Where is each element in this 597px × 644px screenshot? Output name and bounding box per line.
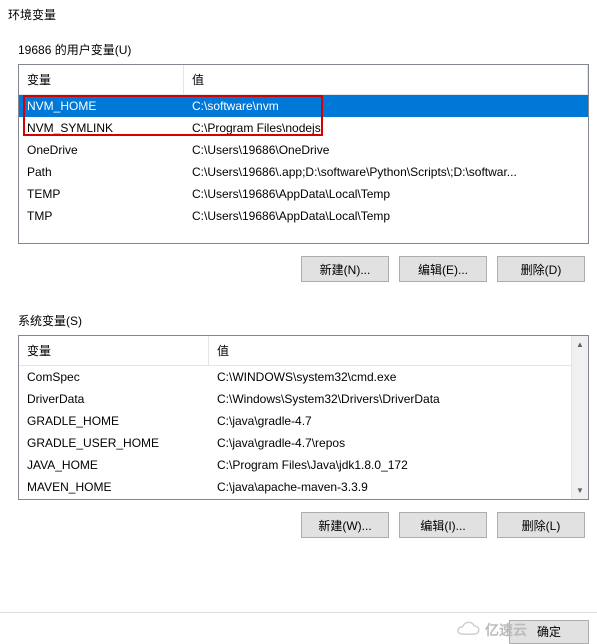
dialog-footer: 亿速云 确定 [0, 612, 597, 642]
cloud-icon [453, 621, 481, 639]
table-row[interactable]: MAVEN_HOMEC:\java\apache-maven-3.3.9 [19, 476, 588, 498]
delete-sys-var-button[interactable]: 删除(L) [497, 512, 585, 538]
var-value-cell: C:\java\apache-maven-3.3.9 [209, 478, 588, 496]
col-header-name[interactable]: 变量 [19, 336, 209, 365]
col-header-value[interactable]: 值 [209, 336, 588, 365]
table-row[interactable]: ComSpecC:\WINDOWS\system32\cmd.exe [19, 366, 588, 388]
user-variables-list[interactable]: 变量 值 NVM_HOMEC:\software\nvmNVM_SYMLINKC… [18, 64, 589, 244]
dialog-title: 环境变量 [0, 0, 597, 29]
var-value-cell: C:\Program Files\Java\jdk1.8.0_172 [209, 456, 588, 474]
var-name-cell: JAVA_HOME [19, 456, 209, 474]
table-row[interactable]: JAVA_HOMEC:\Program Files\Java\jdk1.8.0_… [19, 454, 588, 476]
var-value-cell: C:\Users\19686\OneDrive [184, 141, 588, 159]
new-user-var-button[interactable]: 新建(N)... [301, 256, 389, 282]
var-name-cell: OneDrive [19, 141, 184, 159]
user-list-header: 变量 值 [19, 65, 588, 95]
delete-user-var-button[interactable]: 删除(D) [497, 256, 585, 282]
scroll-up-icon[interactable]: ▲ [572, 336, 588, 353]
table-row[interactable]: PathC:\Users\19686\.app;D:\software\Pyth… [19, 161, 588, 183]
table-row[interactable]: TMPC:\Users\19686\AppData\Local\Temp [19, 205, 588, 227]
system-variables-list[interactable]: 变量 值 ComSpecC:\WINDOWS\system32\cmd.exeD… [18, 335, 589, 500]
var-name-cell: NVM_SYMLINK [19, 119, 184, 137]
var-value-cell: C:\java\gradle-4.7 [209, 412, 588, 430]
edit-user-var-button[interactable]: 编辑(E)... [399, 256, 487, 282]
user-buttons-row: 新建(N)... 编辑(E)... 删除(D) [18, 244, 589, 282]
table-row[interactable]: TEMPC:\Users\19686\AppData\Local\Temp [19, 183, 588, 205]
table-row[interactable]: OneDriveC:\Users\19686\OneDrive [19, 139, 588, 161]
watermark: 亿速云 [453, 620, 527, 640]
vertical-scrollbar[interactable]: ▲ ▼ [571, 336, 588, 499]
system-variables-label: 系统变量(S) [18, 300, 589, 329]
user-variables-label: 19686 的用户变量(U) [18, 29, 589, 58]
var-name-cell: GRADLE_HOME [19, 412, 209, 430]
col-header-value[interactable]: 值 [184, 65, 588, 94]
system-variables-group: 系统变量(S) 变量 值 ComSpecC:\WINDOWS\system32\… [18, 300, 589, 538]
var-value-cell: C:\Users\19686\AppData\Local\Temp [184, 207, 588, 225]
var-name-cell: GRADLE_USER_HOME [19, 434, 209, 452]
table-row[interactable]: NVM_HOMEC:\software\nvm [19, 95, 588, 117]
system-buttons-row: 新建(W)... 编辑(I)... 删除(L) [18, 500, 589, 538]
var-name-cell: ComSpec [19, 368, 209, 386]
var-name-cell: TEMP [19, 185, 184, 203]
scroll-down-icon[interactable]: ▼ [572, 482, 588, 499]
watermark-text: 亿速云 [485, 620, 527, 640]
var-value-cell: C:\software\nvm [184, 97, 588, 115]
system-list-header: 变量 值 [19, 336, 588, 366]
var-value-cell: C:\Users\19686\AppData\Local\Temp [184, 185, 588, 203]
table-row[interactable]: NUMBER_OF_PROCESSORS4 [19, 498, 588, 499]
user-variables-group: 19686 的用户变量(U) 变量 值 NVM_HOMEC:\software\… [18, 29, 589, 282]
new-sys-var-button[interactable]: 新建(W)... [301, 512, 389, 538]
var-value-cell: C:\java\gradle-4.7\repos [209, 434, 588, 452]
var-name-cell: MAVEN_HOME [19, 478, 209, 496]
table-row[interactable]: GRADLE_HOMEC:\java\gradle-4.7 [19, 410, 588, 432]
col-header-name[interactable]: 变量 [19, 65, 184, 94]
var-value-cell: C:\WINDOWS\system32\cmd.exe [209, 368, 588, 386]
var-value-cell: C:\Users\19686\.app;D:\software\Python\S… [184, 163, 588, 181]
table-row[interactable]: GRADLE_USER_HOMEC:\java\gradle-4.7\repos [19, 432, 588, 454]
var-name-cell: Path [19, 163, 184, 181]
var-name-cell: NVM_HOME [19, 97, 184, 115]
var-name-cell: DriverData [19, 390, 209, 408]
table-row[interactable]: NVM_SYMLINKC:\Program Files\nodejs [19, 117, 588, 139]
edit-sys-var-button[interactable]: 编辑(I)... [399, 512, 487, 538]
var-value-cell: C:\Windows\System32\Drivers\DriverData [209, 390, 588, 408]
table-row[interactable]: DriverDataC:\Windows\System32\Drivers\Dr… [19, 388, 588, 410]
var-name-cell: TMP [19, 207, 184, 225]
var-value-cell: C:\Program Files\nodejs [184, 119, 588, 137]
